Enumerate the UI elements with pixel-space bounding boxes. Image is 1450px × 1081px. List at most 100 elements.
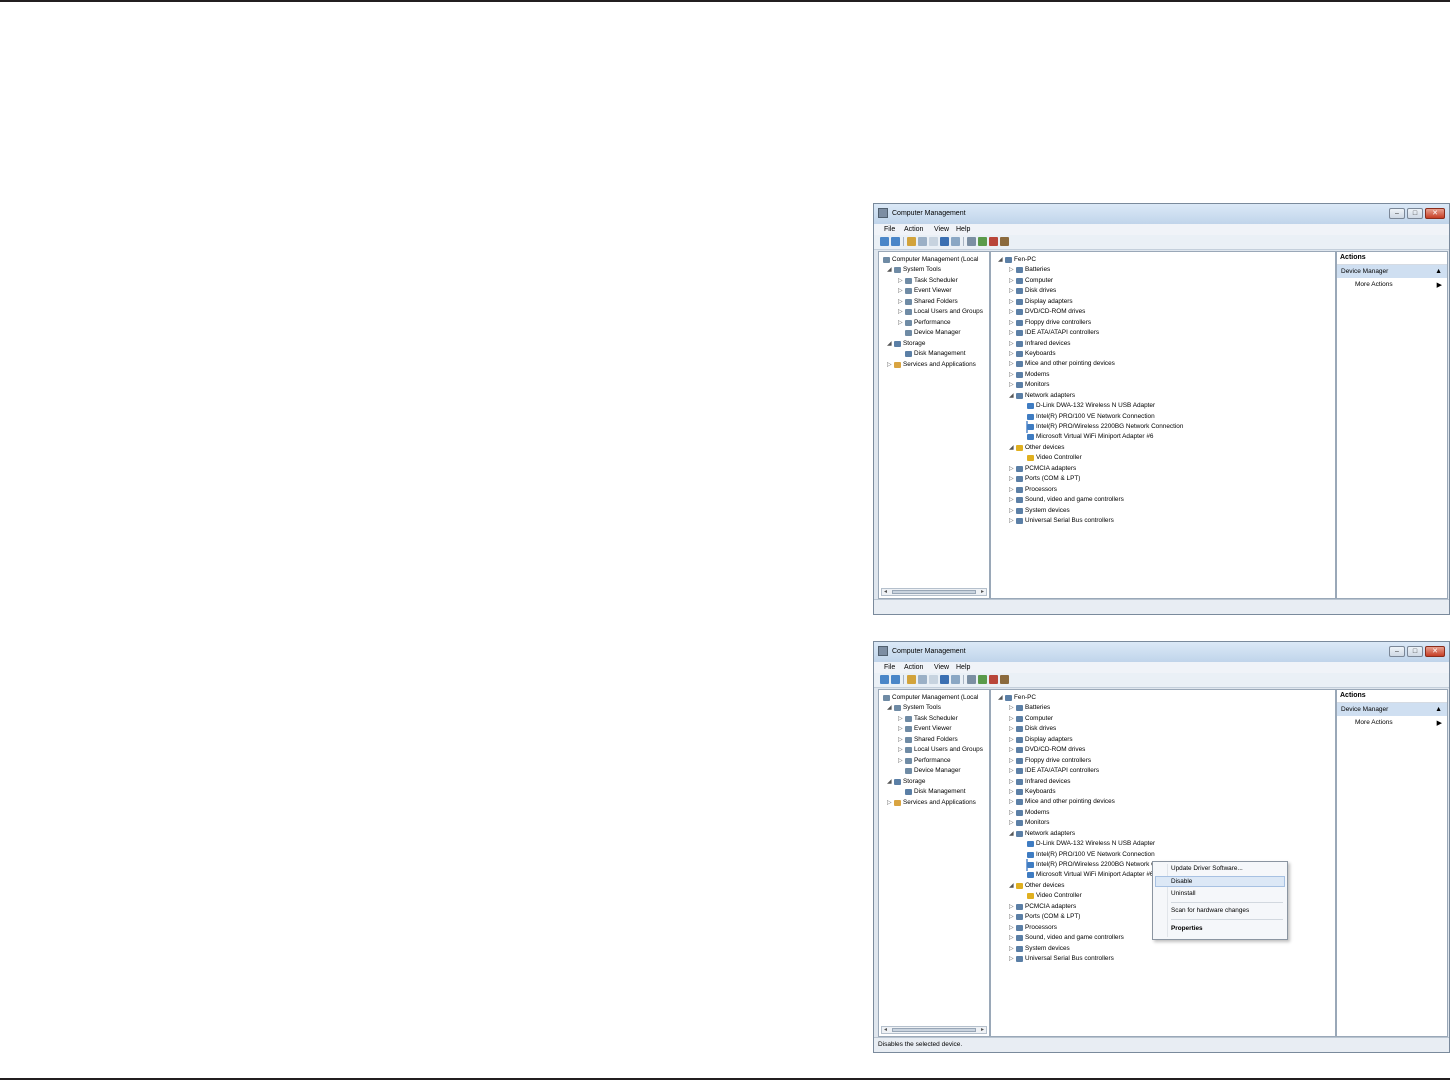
collapse-up-icon[interactable]: ▲ — [1435, 703, 1442, 716]
more-actions-link[interactable]: More Actions — [1355, 719, 1393, 726]
expand-arrow-icon[interactable]: ▷ — [898, 724, 903, 734]
collapse-arrow-icon[interactable]: ◢ — [887, 777, 892, 787]
collapse-arrow-icon[interactable]: ◢ — [887, 339, 892, 349]
expand-arrow-icon[interactable]: ▷ — [898, 735, 903, 745]
expand-arrow-icon[interactable]: ▷ — [1009, 933, 1014, 943]
tree-horizontal-scrollbar[interactable]: ◂ ▸ — [881, 588, 987, 596]
scroll-right-icon[interactable]: ▸ — [981, 588, 984, 595]
collapse-arrow-icon[interactable]: ◢ — [998, 255, 1003, 265]
scroll-thumb[interactable] — [892, 1028, 976, 1032]
expand-arrow-icon[interactable]: ▷ — [1009, 703, 1014, 713]
uninstall-icon[interactable] — [989, 237, 998, 246]
properties-icon[interactable] — [929, 675, 938, 684]
expand-arrow-icon[interactable]: ▷ — [898, 297, 903, 307]
scan-icon[interactable] — [967, 237, 976, 246]
up-icon[interactable] — [907, 237, 916, 246]
expand-arrow-icon[interactable]: ▷ — [1009, 339, 1014, 349]
minimize-button[interactable]: – — [1389, 208, 1405, 219]
expand-arrow-icon[interactable]: ▷ — [1009, 818, 1014, 828]
menu-view[interactable]: View — [934, 664, 949, 671]
expand-arrow-icon[interactable]: ▷ — [1009, 745, 1014, 755]
collapse-arrow-icon[interactable]: ◢ — [998, 693, 1003, 703]
scroll-left-icon[interactable]: ◂ — [884, 1026, 887, 1033]
expand-arrow-icon[interactable]: ▷ — [1009, 912, 1014, 922]
show-hide-tree-icon[interactable] — [918, 237, 927, 246]
scan-for-hardware-changes-item[interactable]: Scan for hardware changes — [1171, 906, 1249, 916]
menu-file[interactable]: File — [884, 664, 895, 671]
title-bar[interactable]: Computer Management – □ ✕ — [874, 204, 1449, 225]
expand-arrow-icon[interactable]: ▷ — [887, 798, 892, 808]
expand-arrow-icon[interactable]: ▷ — [1009, 808, 1014, 818]
expand-arrow-icon[interactable]: ▷ — [1009, 286, 1014, 296]
expand-arrow-icon[interactable]: ▷ — [1009, 265, 1014, 275]
forward-icon[interactable] — [891, 237, 900, 246]
disable-icon[interactable] — [1000, 675, 1009, 684]
expand-arrow-icon[interactable]: ▷ — [1009, 923, 1014, 933]
collapse-arrow-icon[interactable]: ◢ — [887, 265, 892, 275]
back-icon[interactable] — [880, 675, 889, 684]
properties-item[interactable]: Properties — [1171, 924, 1203, 934]
back-icon[interactable] — [880, 237, 889, 246]
title-bar[interactable]: Computer Management – □ ✕ — [874, 642, 1449, 663]
expand-arrow-icon[interactable]: ▷ — [1009, 944, 1014, 954]
collapse-arrow-icon[interactable]: ◢ — [1009, 443, 1014, 453]
actions-section-device-manager[interactable]: Device Manager ▲ — [1337, 265, 1447, 278]
expand-arrow-icon[interactable]: ▷ — [1009, 714, 1014, 724]
expand-arrow-icon[interactable]: ▷ — [1009, 474, 1014, 484]
uninstall-item[interactable]: Uninstall — [1171, 889, 1196, 899]
menu-action[interactable]: Action — [904, 226, 923, 233]
expand-arrow-icon[interactable]: ▷ — [898, 276, 903, 286]
expand-arrow-icon[interactable]: ▷ — [1009, 506, 1014, 516]
collapse-arrow-icon[interactable]: ◢ — [887, 703, 892, 713]
expand-arrow-icon[interactable]: ▷ — [1009, 380, 1014, 390]
more-actions-link[interactable]: More Actions — [1355, 281, 1393, 288]
collapse-arrow-icon[interactable]: ◢ — [1009, 881, 1014, 891]
up-icon[interactable] — [907, 675, 916, 684]
expand-arrow-icon[interactable]: ▷ — [898, 307, 903, 317]
forward-icon[interactable] — [891, 675, 900, 684]
expand-arrow-icon[interactable]: ▷ — [1009, 318, 1014, 328]
properties-icon[interactable] — [929, 237, 938, 246]
update-driver-software-item[interactable]: Update Driver Software... — [1171, 864, 1243, 874]
expand-arrow-icon[interactable]: ▷ — [1009, 777, 1014, 787]
scroll-thumb[interactable] — [892, 590, 976, 594]
update-driver-icon[interactable] — [978, 237, 987, 246]
expand-arrow-icon[interactable]: ▷ — [898, 318, 903, 328]
expand-arrow-icon[interactable]: ▷ — [1009, 370, 1014, 380]
expand-arrow-icon[interactable]: ▷ — [898, 286, 903, 296]
update-driver-icon[interactable] — [978, 675, 987, 684]
view-icon[interactable] — [951, 675, 960, 684]
menu-file[interactable]: File — [884, 226, 895, 233]
expand-arrow-icon[interactable]: ▷ — [1009, 902, 1014, 912]
menu-view[interactable]: View — [934, 226, 949, 233]
expand-arrow-icon[interactable]: ▷ — [1009, 297, 1014, 307]
collapse-arrow-icon[interactable]: ◢ — [1009, 829, 1014, 839]
expand-arrow-icon[interactable]: ▷ — [898, 714, 903, 724]
expand-arrow-icon[interactable]: ▷ — [887, 360, 892, 370]
expand-arrow-icon[interactable]: ▷ — [898, 745, 903, 755]
menu-help[interactable]: Help — [956, 664, 970, 671]
disable-icon[interactable] — [1000, 237, 1009, 246]
expand-arrow-icon[interactable]: ▷ — [1009, 724, 1014, 734]
expand-arrow-icon[interactable]: ▷ — [1009, 735, 1014, 745]
close-button[interactable]: ✕ — [1425, 646, 1445, 657]
maximize-button[interactable]: □ — [1407, 208, 1423, 219]
expand-arrow-icon[interactable]: ▷ — [1009, 349, 1014, 359]
close-button[interactable]: ✕ — [1425, 208, 1445, 219]
expand-arrow-icon[interactable]: ▷ — [1009, 797, 1014, 807]
menu-action[interactable]: Action — [904, 664, 923, 671]
collapse-up-icon[interactable]: ▲ — [1435, 265, 1442, 278]
expand-arrow-icon[interactable]: ▷ — [1009, 787, 1014, 797]
tree-horizontal-scrollbar[interactable]: ◂ ▸ — [881, 1026, 987, 1034]
expand-arrow-icon[interactable]: ▷ — [898, 756, 903, 766]
expand-arrow-icon[interactable]: ▷ — [1009, 328, 1014, 338]
expand-arrow-icon[interactable]: ▷ — [1009, 307, 1014, 317]
expand-arrow-icon[interactable]: ▷ — [1009, 276, 1014, 286]
expand-arrow-icon[interactable]: ▷ — [1009, 495, 1014, 505]
minimize-button[interactable]: – — [1389, 646, 1405, 657]
scroll-right-icon[interactable]: ▸ — [981, 1026, 984, 1033]
expand-arrow-icon[interactable]: ▷ — [1009, 766, 1014, 776]
maximize-button[interactable]: □ — [1407, 646, 1423, 657]
expand-arrow-icon[interactable]: ▷ — [1009, 359, 1014, 369]
actions-section-device-manager[interactable]: Device Manager ▲ — [1337, 703, 1447, 716]
